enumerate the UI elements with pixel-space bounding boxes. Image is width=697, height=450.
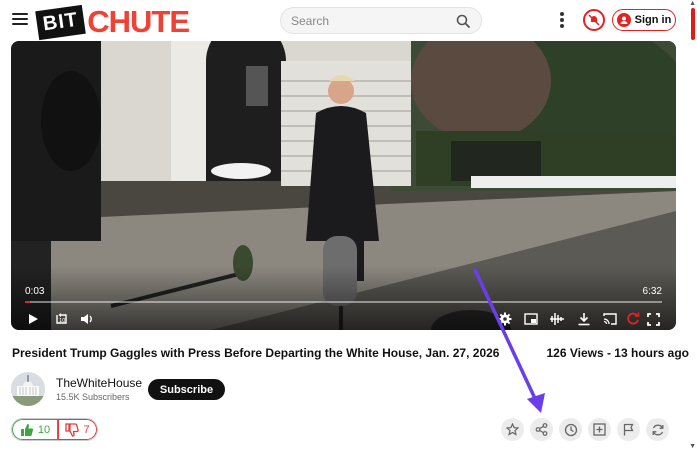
audio-levels-icon[interactable] bbox=[549, 311, 565, 327]
add-to-playlist-icon[interactable] bbox=[588, 418, 611, 441]
share-icon[interactable] bbox=[530, 418, 553, 441]
flag-icon[interactable] bbox=[617, 418, 640, 441]
fullscreen-icon[interactable] bbox=[645, 311, 661, 327]
cast-icon[interactable] bbox=[602, 311, 618, 327]
sign-in-label: Sign in bbox=[634, 14, 672, 26]
volume-icon[interactable] bbox=[79, 311, 95, 327]
current-time: 0:03 bbox=[25, 286, 45, 297]
watch-later-icon[interactable] bbox=[559, 418, 582, 441]
thumbs-down-icon bbox=[65, 422, 80, 437]
scroll-up-icon[interactable]: ▲ bbox=[689, 0, 696, 7]
settings-icon[interactable] bbox=[497, 311, 513, 327]
sign-in-button[interactable]: Sign in bbox=[612, 9, 676, 31]
thumbs-up-icon bbox=[20, 423, 34, 436]
page-scrollbar[interactable] bbox=[691, 8, 695, 40]
loop-icon[interactable] bbox=[625, 311, 641, 327]
favorite-star-icon[interactable] bbox=[501, 418, 524, 441]
channel-avatar[interactable] bbox=[11, 372, 45, 406]
video-player[interactable]: 0:03 6:32 10 bbox=[11, 41, 676, 330]
search-icon[interactable] bbox=[455, 13, 471, 29]
video-frame bbox=[11, 41, 676, 330]
download-icon[interactable] bbox=[576, 311, 592, 327]
logo-bit-text: BIT bbox=[35, 4, 87, 40]
search-input[interactable] bbox=[291, 13, 455, 28]
picture-in-picture-icon[interactable] bbox=[523, 311, 539, 327]
video-stats: 126 Views - 13 hours ago bbox=[546, 346, 689, 360]
search-box bbox=[280, 7, 482, 34]
dislike-count: 7 bbox=[83, 423, 90, 436]
svg-text:10: 10 bbox=[59, 318, 65, 324]
dislike-button[interactable]: 7 bbox=[58, 419, 97, 440]
channel-name[interactable]: TheWhiteHouse bbox=[56, 376, 142, 390]
vote-group: 10 7 bbox=[11, 418, 98, 441]
video-title: President Trump Gaggles with Press Befor… bbox=[12, 346, 500, 360]
more-vert-icon[interactable] bbox=[557, 10, 567, 30]
refresh-icon[interactable] bbox=[646, 418, 669, 441]
logo-chute-text: CHUTE bbox=[87, 4, 190, 39]
like-button[interactable]: 10 bbox=[12, 419, 58, 440]
bitchute-logo[interactable]: BIT CHUTE bbox=[35, 4, 199, 40]
user-icon bbox=[616, 13, 631, 27]
seek-bar[interactable] bbox=[25, 301, 662, 303]
duration: 6:32 bbox=[642, 286, 662, 297]
menu-icon[interactable] bbox=[12, 13, 28, 27]
seek-bar-progress bbox=[25, 301, 31, 303]
replay-10-icon[interactable]: 10 bbox=[53, 311, 69, 327]
subscribe-button[interactable]: Subscribe bbox=[148, 379, 225, 400]
play-icon[interactable] bbox=[25, 311, 41, 327]
like-count: 10 bbox=[37, 423, 51, 436]
channel-subscriber-count: 15.5K Subscribers bbox=[56, 392, 130, 402]
notifications-off-icon[interactable] bbox=[583, 9, 605, 31]
scroll-down-icon[interactable]: ▼ bbox=[689, 443, 696, 450]
